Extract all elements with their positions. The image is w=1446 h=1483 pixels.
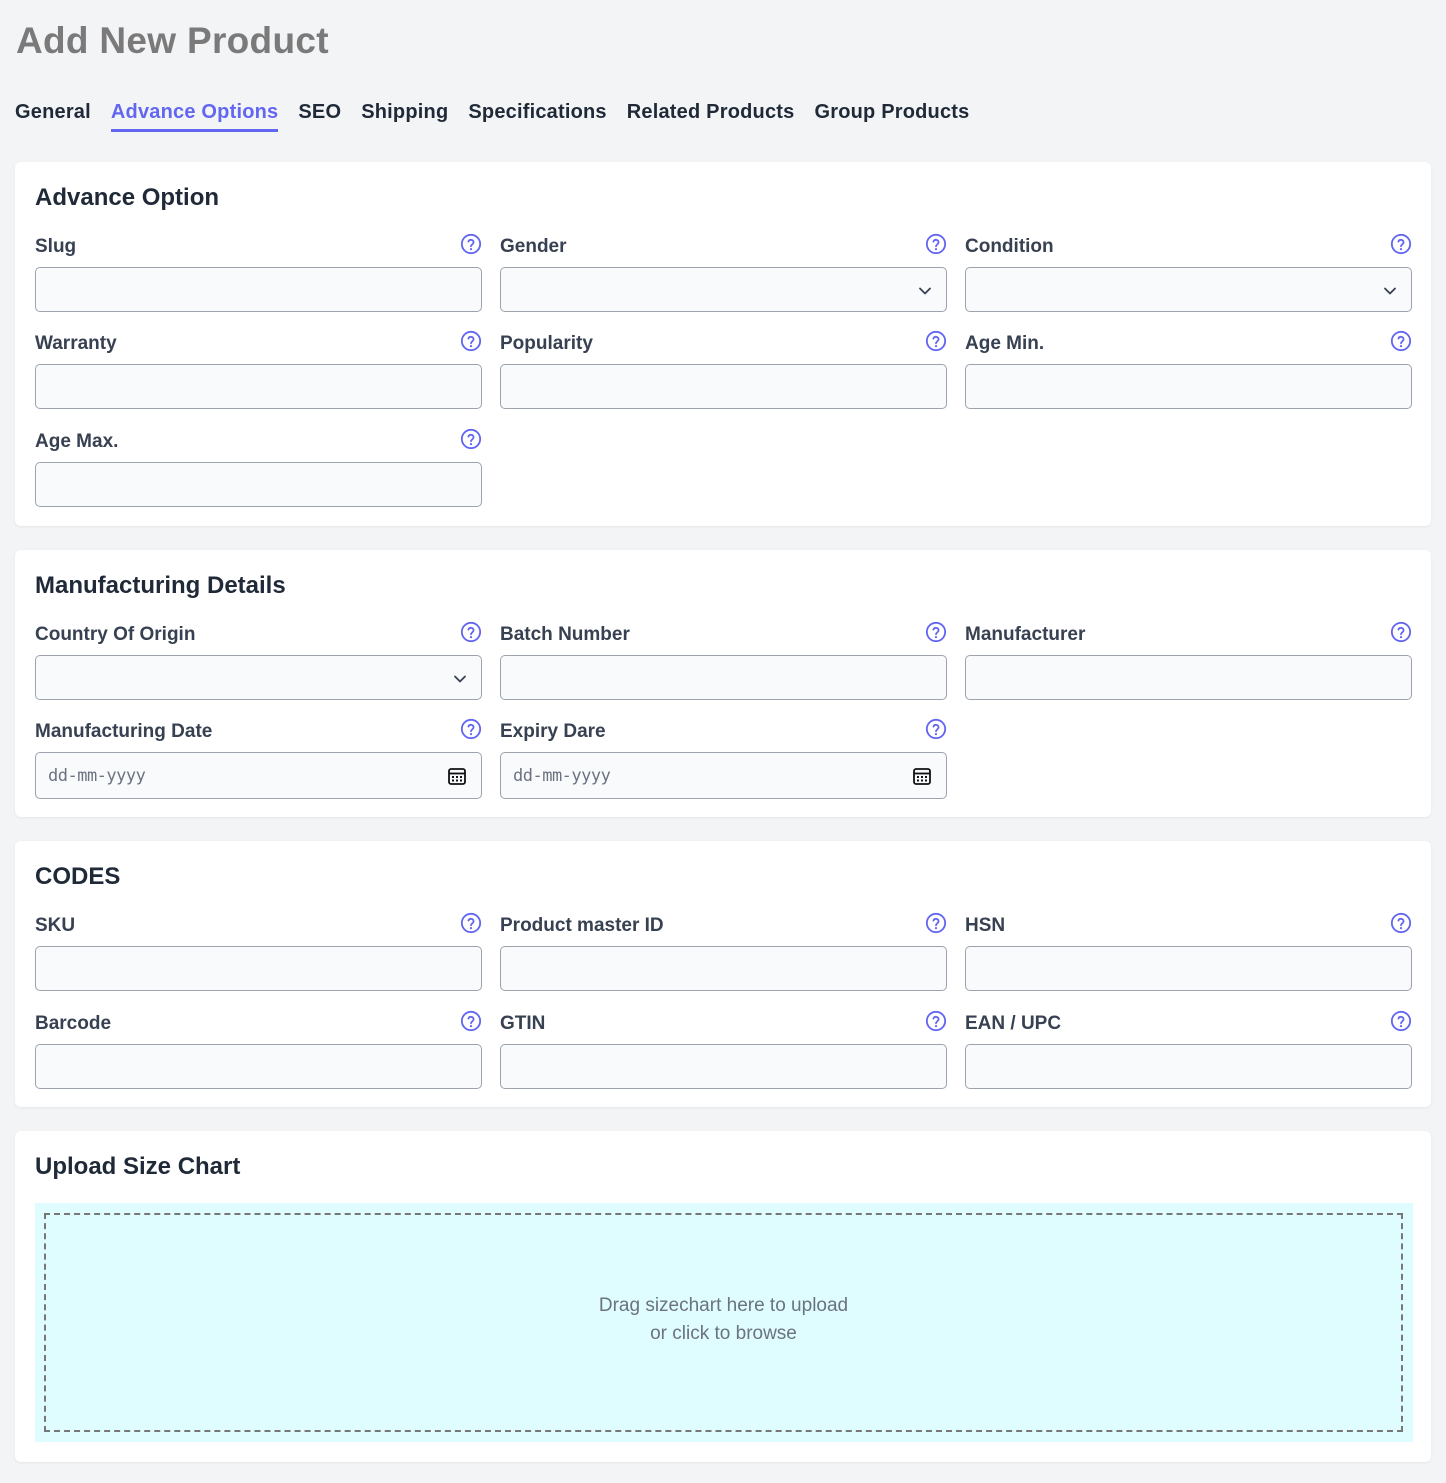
size-chart-dropzone[interactable]: Drag sizechart here to upload or click t… <box>44 1213 1403 1432</box>
help-circle-icon[interactable] <box>460 233 482 255</box>
tab-shipping[interactable]: Shipping <box>361 101 448 132</box>
field-label: Expiry Dare <box>500 721 606 742</box>
batch-number-input[interactable] <box>500 655 947 700</box>
calendar-icon[interactable] <box>447 766 467 786</box>
chevron-down-icon <box>918 284 932 298</box>
country-select[interactable] <box>35 655 482 700</box>
field-label: Slug <box>35 236 77 257</box>
help-circle-icon[interactable] <box>1390 621 1412 643</box>
product-tabs: General Advance Options SEO Shipping Spe… <box>15 101 989 132</box>
help-circle-icon[interactable] <box>925 912 947 934</box>
card-title: CODES <box>35 863 121 890</box>
card-title: Advance Option <box>35 184 220 211</box>
card-title: Upload Size Chart <box>35 1153 241 1180</box>
age-min-input[interactable] <box>965 364 1412 409</box>
help-circle-icon[interactable] <box>460 1010 482 1032</box>
field-label: Country Of Origin <box>35 624 196 645</box>
field-label: Gender <box>500 236 567 257</box>
field-label: HSN <box>965 915 1006 936</box>
advance-option-card: Advance Option Slug Gender Condition War… <box>15 162 1431 526</box>
dropzone-text-line2: or click to browse <box>650 1323 797 1344</box>
field-label: Warranty <box>35 333 117 354</box>
gtin-input[interactable] <box>500 1044 947 1089</box>
tab-seo[interactable]: SEO <box>298 101 341 132</box>
barcode-input[interactable] <box>35 1044 482 1089</box>
tab-specifications[interactable]: Specifications <box>468 101 606 132</box>
help-circle-icon[interactable] <box>1390 233 1412 255</box>
gender-select[interactable] <box>500 267 947 312</box>
popularity-input[interactable] <box>500 364 947 409</box>
tab-advance-options[interactable]: Advance Options <box>110 101 279 132</box>
dropzone-text-line1: Drag sizechart here to upload <box>598 1295 849 1316</box>
codes-card: CODES SKU Product master ID HSN Barcode … <box>15 841 1431 1107</box>
manufacturing-date-input[interactable]: dd-mm-yyyy <box>35 752 482 799</box>
tab-general[interactable]: General <box>15 101 91 132</box>
chevron-down-icon <box>1383 284 1397 298</box>
field-label: EAN / UPC <box>965 1013 1062 1034</box>
age-max-input[interactable] <box>35 462 482 507</box>
help-circle-icon[interactable] <box>925 1010 947 1032</box>
hsn-input[interactable] <box>965 946 1412 991</box>
sku-input[interactable] <box>35 946 482 991</box>
upload-size-chart-card: Upload Size Chart Drag sizechart here to… <box>15 1131 1431 1462</box>
condition-select[interactable] <box>965 267 1412 312</box>
help-circle-icon[interactable] <box>1390 1010 1412 1032</box>
warranty-input[interactable] <box>35 364 482 409</box>
expiry-date-input[interactable]: dd-mm-yyyy <box>500 752 947 799</box>
date-placeholder: dd-mm-yyyy <box>48 766 146 786</box>
manufacturing-card: Manufacturing Details Country Of Origin … <box>15 550 1431 817</box>
help-circle-icon[interactable] <box>925 330 947 352</box>
help-circle-icon[interactable] <box>460 912 482 934</box>
tab-group-products[interactable]: Group Products <box>814 101 969 132</box>
help-circle-icon[interactable] <box>460 621 482 643</box>
chevron-down-icon <box>453 672 467 686</box>
calendar-icon[interactable] <box>912 766 932 786</box>
slug-input[interactable] <box>35 267 482 312</box>
help-circle-icon[interactable] <box>925 718 947 740</box>
page-title: Add New Product <box>16 20 329 61</box>
field-label: Condition <box>965 236 1054 257</box>
help-circle-icon[interactable] <box>925 233 947 255</box>
card-title: Manufacturing Details <box>35 572 286 599</box>
help-circle-icon[interactable] <box>460 718 482 740</box>
help-circle-icon[interactable] <box>460 428 482 450</box>
field-label: Product master ID <box>500 915 664 936</box>
help-circle-icon[interactable] <box>1390 912 1412 934</box>
help-circle-icon[interactable] <box>925 621 947 643</box>
field-label: Manufacturer <box>965 624 1086 645</box>
field-label: SKU <box>35 915 76 936</box>
field-label: Age Min. <box>965 333 1045 354</box>
field-label: Age Max. <box>35 431 119 452</box>
date-placeholder: dd-mm-yyyy <box>513 766 611 786</box>
ean-upc-input[interactable] <box>965 1044 1412 1089</box>
manufacturer-input[interactable] <box>965 655 1412 700</box>
tab-related-products[interactable]: Related Products <box>627 101 795 132</box>
field-label: Popularity <box>500 333 593 354</box>
field-label: GTIN <box>500 1013 546 1034</box>
help-circle-icon[interactable] <box>1390 330 1412 352</box>
field-label: Barcode <box>35 1013 112 1034</box>
field-label: Manufacturing Date <box>35 721 213 742</box>
product-master-id-input[interactable] <box>500 946 947 991</box>
field-label: Batch Number <box>500 624 630 645</box>
help-circle-icon[interactable] <box>460 330 482 352</box>
